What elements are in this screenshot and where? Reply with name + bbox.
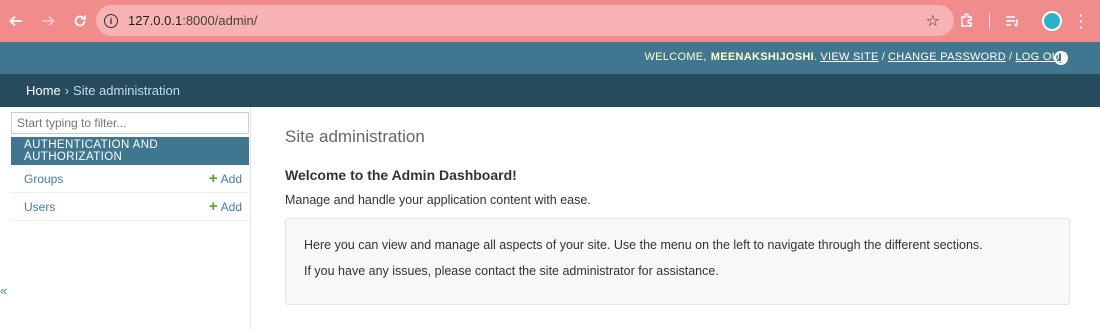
extensions-icon[interactable] xyxy=(956,10,978,32)
breadcrumb-separator: › xyxy=(64,83,70,98)
page-title: Site administration xyxy=(285,127,425,146)
add-groups-link[interactable]: + Add xyxy=(209,171,242,186)
toolbar-divider xyxy=(989,13,990,29)
site-info-icon[interactable]: i xyxy=(104,13,118,28)
username: MEENAKSHIJOSHI xyxy=(710,51,814,63)
back-button[interactable] xyxy=(0,5,32,37)
more-menu-icon[interactable]: ⋮ xyxy=(1072,11,1090,32)
plus-icon: + xyxy=(208,198,218,215)
welcome-label: WELCOME, xyxy=(644,51,707,63)
info-panel: Here you can view and manage all aspects… xyxy=(285,218,1070,305)
bookmark-star-icon[interactable]: ☆ xyxy=(926,11,940,31)
change-password-link[interactable]: CHANGE PASSWORD xyxy=(888,51,1006,63)
add-users-link[interactable]: + Add xyxy=(209,199,242,214)
breadcrumb-home-link[interactable]: Home xyxy=(26,83,61,98)
breadcrumb-current: Site administration xyxy=(73,83,180,98)
model-row-groups: Groups + Add xyxy=(11,165,249,193)
arrow-left-icon xyxy=(9,15,22,27)
model-row-users: Users + Add xyxy=(11,193,249,221)
reload-button[interactable] xyxy=(64,5,96,37)
plus-icon: + xyxy=(208,170,218,187)
nav-sidebar: AUTHENTICATION AND AUTHORIZATION Groups … xyxy=(10,107,251,330)
nav-filter-input[interactable] xyxy=(11,112,249,134)
admin-header: WELCOME, MEENAKSHIJOSHI. VIEW SITE / CHA… xyxy=(0,42,1100,74)
info-text-line: Here you can view and manage all aspects… xyxy=(304,238,983,252)
forward-button[interactable] xyxy=(32,5,64,37)
address-bar[interactable]: i 127.0.0.1:8000/admin/ ☆ xyxy=(96,5,954,36)
arrow-right-icon xyxy=(42,15,55,27)
module-caption-auth[interactable]: AUTHENTICATION AND AUTHORIZATION xyxy=(11,137,249,165)
browser-toolbar: i 127.0.0.1:8000/admin/ ☆ ⋮ xyxy=(0,0,1100,42)
toggle-nav-sidebar-button[interactable]: « xyxy=(0,283,7,298)
info-text-line: If you have any issues, please contact t… xyxy=(304,264,719,278)
url-text[interactable]: 127.0.0.1:8000/admin/ xyxy=(128,13,257,28)
profile-avatar[interactable] xyxy=(1042,11,1062,31)
model-link-users[interactable]: Users xyxy=(24,200,55,214)
view-site-link[interactable]: VIEW SITE xyxy=(820,51,878,63)
user-tools: WELCOME, MEENAKSHIJOSHI. VIEW SITE / CHA… xyxy=(644,51,1067,63)
breadcrumb: Home › Site administration xyxy=(0,74,1100,107)
media-control-icon[interactable] xyxy=(1001,10,1023,32)
welcome-subtitle: Manage and handle your application conte… xyxy=(285,193,591,207)
welcome-heading: Welcome to the Admin Dashboard! xyxy=(285,167,517,183)
reload-icon xyxy=(74,15,86,27)
theme-toggle-icon[interactable] xyxy=(1054,51,1068,65)
model-link-groups[interactable]: Groups xyxy=(24,172,63,186)
